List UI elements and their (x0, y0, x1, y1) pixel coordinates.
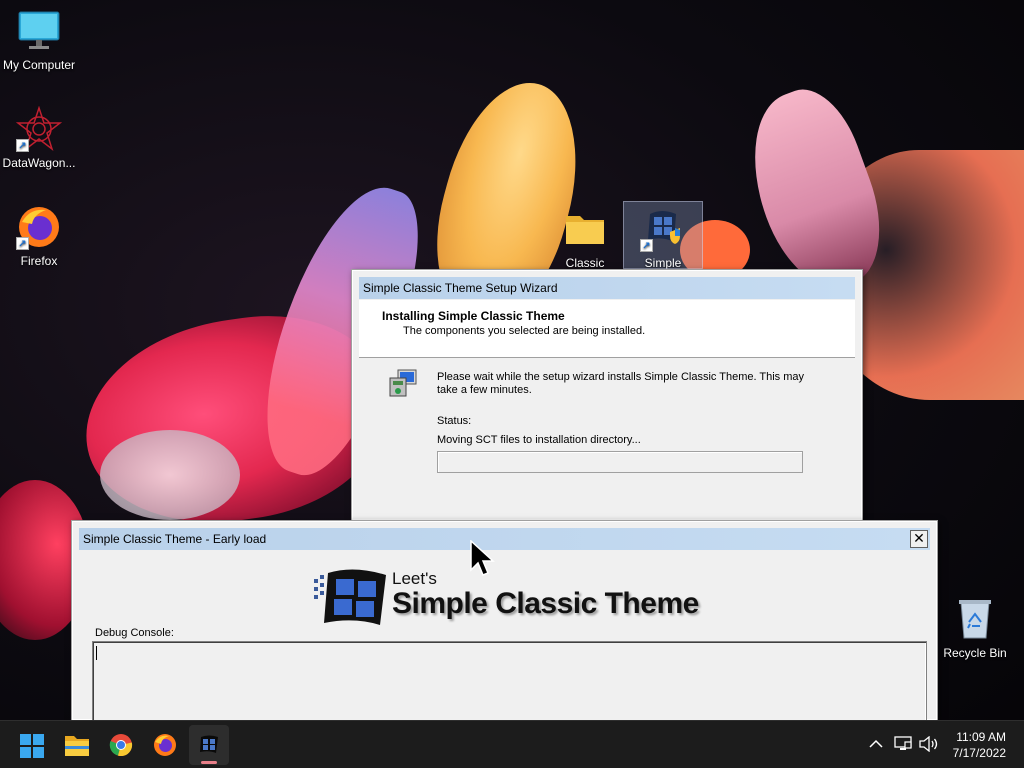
logo-small-text: Leet's (392, 569, 437, 588)
wizard-header: Installing Simple Classic Theme The comp… (359, 300, 855, 358)
desktop-icon-label: Classic (565, 256, 605, 270)
taskbar-firefox[interactable] (145, 725, 185, 765)
desktop-icon-label: DataWagon... (2, 156, 76, 170)
wallpaper-shape (72, 300, 398, 540)
wizard-subheading: The components you selected are being in… (403, 325, 646, 337)
desktop-icon-label: My Computer (2, 58, 76, 72)
logo-title: Simple Classic Theme (392, 587, 699, 620)
network-icon (894, 736, 912, 750)
taskbar-chrome[interactable] (101, 725, 141, 765)
taskbar-file-explorer[interactable] (57, 725, 97, 765)
wizard-message: Please wait while the setup wizard insta… (437, 371, 805, 396)
early-load-window: Simple Classic Theme - Early load ✕ Leet… (71, 520, 938, 722)
clock-time: 11:09 AM (956, 730, 1006, 744)
show-hidden-icons-button[interactable] (866, 721, 886, 768)
window-title: Simple Classic Theme - Early load (83, 532, 267, 546)
windows-start-icon (20, 734, 44, 758)
folder-icon (562, 206, 608, 252)
desktop-icon-simple[interactable]: ↗ Simple (623, 201, 703, 270)
datawagon-icon: ↗ (15, 105, 63, 152)
windows-flag-icon: ↗ (640, 206, 686, 252)
clock-date: 7/17/2022 (952, 746, 1006, 760)
chevron-up-icon (869, 739, 883, 748)
install-progress-bar (437, 451, 803, 473)
wizard-heading: Installing Simple Classic Theme (382, 309, 565, 323)
shortcut-arrow-icon: ↗ (16, 237, 29, 250)
recycle-bin-icon (952, 596, 998, 642)
taskbar-simple-classic-theme[interactable] (189, 725, 229, 765)
windows-flag-icon (314, 569, 386, 625)
early-load-titlebar[interactable]: Simple Classic Theme - Early load ✕ (79, 528, 930, 550)
desktop-icon-my-computer[interactable]: My Computer (0, 8, 78, 72)
desktop-icon-label: Firefox (20, 254, 58, 268)
desktop-icon-recycle-bin[interactable]: Recycle Bin (936, 596, 1014, 660)
taskbar-clock[interactable]: 11:09 AM 7/17/2022 (936, 729, 1006, 761)
active-indicator (201, 761, 217, 764)
desktop-icon-label: Simple (644, 256, 682, 270)
monitor-icon (16, 8, 62, 54)
desktop-icon-firefox[interactable]: ↗ Firefox (0, 204, 78, 268)
folder-icon (65, 736, 89, 756)
setup-wizard-titlebar[interactable]: Simple Classic Theme Setup Wizard (359, 277, 855, 299)
debug-console-label: Debug Console: (95, 627, 174, 639)
desktop-icon-label: Recycle Bin (943, 646, 1007, 660)
desktop-icon-datawagon[interactable]: ↗ DataWagon... (0, 105, 78, 170)
wallpaper-shape (100, 430, 240, 520)
windows-flag-icon (200, 735, 218, 753)
debug-console[interactable] (92, 641, 927, 722)
status-label: Status: (437, 415, 472, 427)
shortcut-arrow-icon: ↗ (640, 239, 653, 252)
sct-logo: Leet's Simple Classic Theme (312, 561, 732, 633)
status-text: Moving SCT files to installation directo… (437, 434, 641, 446)
window-title: Simple Classic Theme Setup Wizard (363, 281, 558, 295)
text-caret (96, 646, 97, 660)
firefox-icon: ↗ (16, 204, 62, 250)
chrome-icon (109, 734, 133, 757)
close-icon: ✕ (913, 530, 925, 546)
close-button[interactable]: ✕ (910, 530, 928, 548)
mouse-cursor-icon (470, 540, 495, 576)
shortcut-arrow-icon: ↗ (16, 139, 29, 152)
firefox-icon (154, 734, 176, 756)
network-status[interactable] (892, 721, 914, 768)
setup-wizard-window: Simple Classic Theme Setup Wizard Instal… (351, 269, 863, 521)
start-button[interactable] (12, 725, 52, 765)
taskbar: 11:09 AM 7/17/2022 (0, 720, 1024, 768)
installer-icon (388, 368, 420, 403)
desktop-icon-classic[interactable]: Classic (546, 206, 624, 270)
